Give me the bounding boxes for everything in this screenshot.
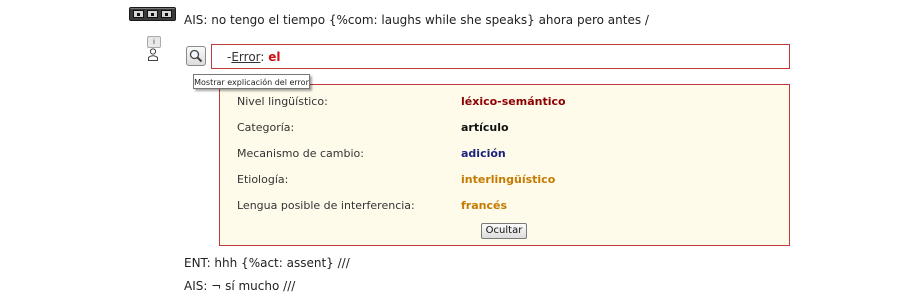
detail-value-etiologia: interlingüístico <box>461 173 556 186</box>
detail-label-etiologia: Etiología: <box>237 173 289 186</box>
transcript-line: AIS: no tengo el tiempo {%com: laughs wh… <box>184 13 649 27</box>
info-icon[interactable]: i <box>147 36 161 48</box>
error-label: -Error: el <box>227 50 281 64</box>
detail-label-categoria: Categoría: <box>237 121 295 134</box>
detail-value-lengua: francés <box>461 199 507 212</box>
detail-label-mecanismo: Mecanismo de cambio: <box>237 147 364 160</box>
person-icon <box>148 48 158 61</box>
detail-value-nivel: léxico-semántico <box>461 95 566 108</box>
detail-value-mecanismo: adición <box>461 147 506 160</box>
tooltip: Mostrar explicación del error <box>193 74 310 89</box>
play-icon[interactable] <box>146 10 158 18</box>
stop-icon[interactable] <box>160 10 172 18</box>
error-link[interactable]: Error <box>231 50 260 64</box>
detail-value-categoria: artículo <box>461 121 509 134</box>
transcript-line: AIS: ¬ sí mucho /// <box>184 279 296 293</box>
magnifier-icon <box>189 49 203 63</box>
media-player-icon[interactable] <box>129 7 176 21</box>
error-token: el <box>268 50 281 64</box>
rewind-icon[interactable] <box>133 10 145 18</box>
hide-button[interactable]: Ocultar <box>481 223 527 239</box>
error-box <box>211 44 790 69</box>
error-details-panel <box>219 84 790 246</box>
detail-label-nivel: Nivel lingüístico: <box>237 95 328 108</box>
show-explanation-button[interactable] <box>186 46 206 66</box>
detail-label-lengua: Lengua posible de interferencia: <box>237 199 415 212</box>
transcript-line: ENT: hhh {%act: assent} /// <box>184 256 350 270</box>
